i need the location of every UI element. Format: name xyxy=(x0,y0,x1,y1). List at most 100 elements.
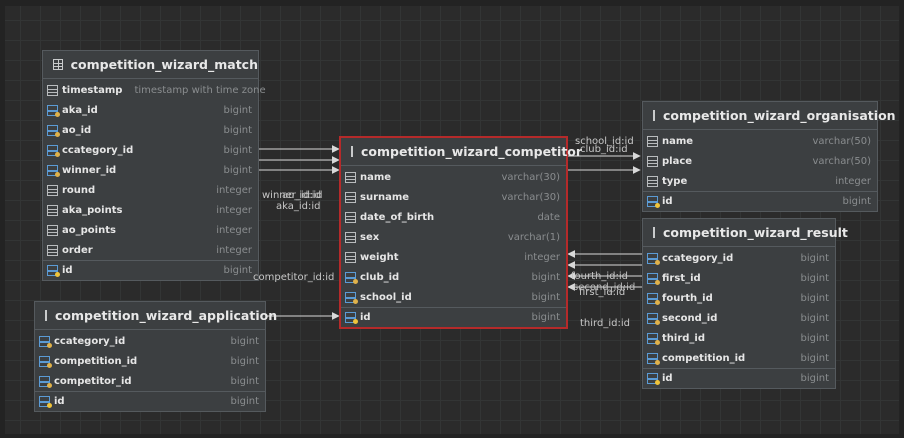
column-row[interactable]: order integer xyxy=(43,240,258,260)
table-competition-wizard-competitor[interactable]: competition_wizard_competitor name varcha… xyxy=(339,136,582,329)
column-row[interactable]: ao_points integer xyxy=(43,220,258,240)
column-name: aka_id xyxy=(62,104,98,116)
column-row[interactable]: ccategory_id bigint xyxy=(643,248,835,268)
column-row[interactable]: aka_id bigint xyxy=(43,100,258,120)
foreign-key-icon xyxy=(647,292,660,305)
foreign-key-icon xyxy=(647,332,660,345)
primary-key-row[interactable]: id bigint xyxy=(35,391,265,411)
column-type: bigint xyxy=(230,335,259,347)
column-row[interactable]: date_of_birth date xyxy=(341,207,566,227)
column-name: id xyxy=(360,312,371,323)
foreign-key-icon xyxy=(47,144,60,157)
column-row[interactable]: club_id bigint xyxy=(341,267,566,287)
column-type: integer xyxy=(216,204,252,216)
table-title: competition_wizard_match xyxy=(70,57,258,72)
column-name: competition_id xyxy=(662,352,746,364)
foreign-key-icon xyxy=(647,272,660,285)
column-type: bigint xyxy=(531,271,560,283)
column-name: ao_points xyxy=(62,224,116,236)
foreign-key-icon xyxy=(345,291,358,304)
column-icon xyxy=(47,224,58,236)
column-row[interactable]: place varchar(50) xyxy=(643,151,877,171)
label-fourth-id: fourth_id:id xyxy=(571,271,628,282)
primary-key-row[interactable]: id bigint xyxy=(43,260,258,280)
table-competition-wizard-match[interactable]: competition_wizard_match timestamp timest… xyxy=(42,50,266,281)
table-competition-wizard-application[interactable]: competition_wizard_application ccategory… xyxy=(34,301,277,412)
column-type: bigint xyxy=(800,332,829,344)
column-type: integer xyxy=(216,184,252,196)
foreign-key-icon xyxy=(39,375,52,388)
column-name: ccategory_id xyxy=(54,335,126,347)
column-row[interactable]: weight integer xyxy=(341,247,566,267)
column-row[interactable]: first_id bigint xyxy=(643,268,835,288)
table-header[interactable]: competition_wizard_application xyxy=(35,302,277,330)
column-name: order xyxy=(62,244,93,256)
column-row[interactable]: sex varchar(1) xyxy=(341,227,566,247)
column-name: ccategory_id xyxy=(62,144,134,156)
table-title: competition_wizard_competitor xyxy=(361,144,583,159)
foreign-key-icon xyxy=(647,352,660,365)
column-row[interactable]: winner_id bigint xyxy=(43,160,258,180)
column-row[interactable]: round integer xyxy=(43,180,258,200)
column-row[interactable]: aka_points integer xyxy=(43,200,258,220)
primary-key-row[interactable]: id bigint xyxy=(643,191,877,211)
column-icon xyxy=(47,84,58,96)
column-row[interactable]: ccategory_id bigint xyxy=(35,331,265,351)
primary-key-row[interactable]: id bigint xyxy=(643,368,835,388)
primary-key-row[interactable]: id bigint xyxy=(341,307,566,327)
table-icon xyxy=(351,146,353,157)
column-row[interactable]: school_id bigint xyxy=(341,287,566,307)
column-type: bigint xyxy=(223,144,252,156)
column-row[interactable]: competitor_id bigint xyxy=(35,371,265,391)
diagram-canvas[interactable]: competition_wizard_match timestamp timest… xyxy=(0,0,904,438)
column-row[interactable]: second_id bigint xyxy=(643,308,835,328)
column-name: fourth_id xyxy=(662,292,713,304)
table-header[interactable]: competition_wizard_competitor xyxy=(341,138,582,166)
column-row[interactable]: name varchar(30) xyxy=(341,167,566,187)
foreign-key-icon xyxy=(39,335,52,348)
column-type: bigint xyxy=(230,355,259,367)
column-row[interactable]: ccategory_id bigint xyxy=(43,140,258,160)
column-icon xyxy=(345,251,356,263)
column-row[interactable]: timestamp timestamp with time zone xyxy=(43,80,266,100)
column-name: second_id xyxy=(662,312,718,324)
column-row[interactable]: competition_id bigint xyxy=(35,351,265,371)
column-type: bigint xyxy=(800,312,829,324)
column-type: integer xyxy=(216,224,252,236)
column-icon xyxy=(47,244,58,256)
column-row[interactable]: surname varchar(30) xyxy=(341,187,566,207)
column-row[interactable]: ao_id bigint xyxy=(43,120,258,140)
table-competition-wizard-organisation[interactable]: competition_wizard_organisation name varc… xyxy=(642,101,896,212)
column-list: timestamp timestamp with time zone aka_id b… xyxy=(43,79,266,280)
column-name: name xyxy=(360,171,392,183)
column-name: name xyxy=(662,135,694,147)
table-title: competition_wizard_application xyxy=(55,308,278,323)
column-row[interactable]: third_id bigint xyxy=(643,328,835,348)
column-icon xyxy=(345,231,356,243)
column-row[interactable]: type integer xyxy=(643,171,877,191)
column-name: third_id xyxy=(662,332,706,344)
table-icon xyxy=(653,227,655,238)
column-row[interactable]: fourth_id bigint xyxy=(643,288,835,308)
column-name: date_of_birth xyxy=(360,211,435,223)
column-list: ccategory_id bigint first_id bigint fourth_i… xyxy=(643,247,835,388)
column-icon xyxy=(345,191,356,203)
table-header[interactable]: competition_wizard_result xyxy=(643,219,848,247)
column-type: integer xyxy=(835,175,871,187)
column-row[interactable]: name varchar(50) xyxy=(643,131,877,151)
column-name: first_id xyxy=(662,272,701,284)
column-row[interactable]: competition_id bigint xyxy=(643,348,835,368)
column-type: bigint xyxy=(531,312,560,323)
table-competition-wizard-result[interactable]: competition_wizard_result ccategory_id bi… xyxy=(642,218,848,389)
column-type: bigint xyxy=(842,196,871,207)
column-type: bigint xyxy=(223,164,252,176)
column-type: integer xyxy=(216,244,252,256)
column-icon xyxy=(345,171,356,183)
table-header[interactable]: competition_wizard_match xyxy=(43,51,258,79)
foreign-key-icon xyxy=(47,124,60,137)
table-header[interactable]: competition_wizard_organisation xyxy=(643,102,896,130)
column-name: club_id xyxy=(360,271,400,283)
column-type: integer xyxy=(524,251,560,263)
column-name: competitor_id xyxy=(54,375,132,387)
foreign-key-icon xyxy=(647,312,660,325)
